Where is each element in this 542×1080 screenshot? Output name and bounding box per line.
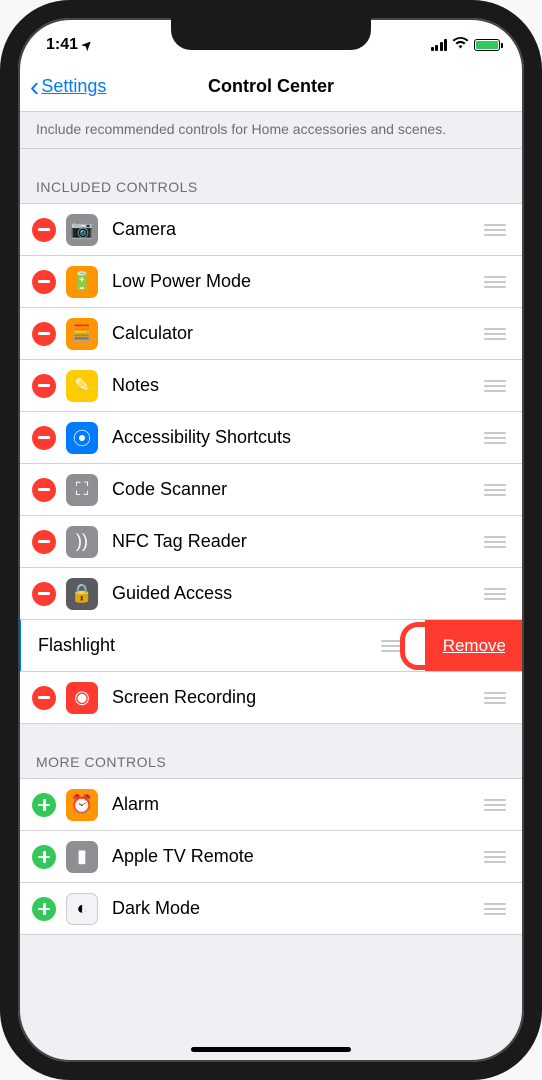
remove-button[interactable]	[32, 530, 56, 554]
status-time: 1:41	[46, 36, 78, 54]
list-item[interactable]: ◉ Screen Recording	[18, 672, 524, 724]
plus-icon	[38, 851, 50, 863]
list-item[interactable]: ⛶ Code Scanner	[18, 464, 524, 516]
appletv-icon: ▮	[66, 841, 98, 873]
codescanner-icon: ⛶	[66, 474, 98, 506]
list-item[interactable]: ⦿ Accessibility Shortcuts	[18, 412, 524, 464]
chevron-left-icon: ‹	[30, 73, 39, 101]
more-controls-header: MORE CONTROLS	[18, 724, 524, 779]
drag-handle-icon[interactable]	[484, 799, 506, 811]
location-services-icon: ➤	[79, 36, 96, 53]
notes-icon: ✎	[66, 370, 98, 402]
battery-icon	[474, 39, 500, 51]
remove-button[interactable]	[32, 218, 56, 242]
item-label: Calculator	[112, 323, 484, 344]
minus-icon	[38, 280, 50, 283]
drag-handle-icon[interactable]	[484, 903, 506, 915]
calculator-icon: 🧮	[66, 318, 98, 350]
wifi-icon	[452, 37, 469, 54]
minus-icon	[38, 384, 50, 387]
drag-handle-icon[interactable]	[484, 536, 506, 548]
drag-handle-icon[interactable]	[484, 276, 506, 288]
remove-button[interactable]	[32, 582, 56, 606]
page-title: Control Center	[208, 76, 334, 97]
add-button[interactable]	[32, 845, 56, 869]
drag-handle-icon[interactable]	[484, 484, 506, 496]
back-label: Settings	[41, 76, 106, 97]
item-label: Apple TV Remote	[112, 846, 484, 867]
plus-icon	[38, 799, 50, 811]
remove-button[interactable]	[32, 426, 56, 450]
item-label: Alarm	[112, 794, 484, 815]
remove-confirm-button[interactable]: Remove	[425, 620, 524, 671]
item-label: Accessibility Shortcuts	[112, 427, 484, 448]
included-controls-list: 📷 Camera 🔋 Low Power Mode 🧮 Calculator ✎ Notes ⦿…	[18, 204, 524, 724]
darkmode-icon: ◐	[66, 893, 98, 925]
nfc-icon: ))	[66, 526, 98, 558]
item-label: Guided Access	[112, 583, 484, 604]
item-label: Screen Recording	[112, 687, 484, 708]
guided-icon: 🔒	[66, 578, 98, 610]
list-item[interactable]: 🔒 Guided Access	[18, 568, 524, 620]
section-description: Include recommended controls for Home ac…	[18, 112, 524, 149]
list-item[interactable]: ⏰ Alarm	[18, 779, 524, 831]
lowpower-icon: 🔋	[66, 266, 98, 298]
item-label: Camera	[112, 219, 484, 240]
included-controls-header: INCLUDED CONTROLS	[18, 149, 524, 204]
add-button[interactable]	[32, 897, 56, 921]
screenrec-icon: ◉	[66, 682, 98, 714]
list-item[interactable]: ▮ Apple TV Remote	[18, 831, 524, 883]
camera-icon: 📷	[66, 214, 98, 246]
drag-handle-icon[interactable]	[381, 640, 403, 652]
minus-icon	[38, 228, 50, 231]
drag-handle-icon[interactable]	[484, 588, 506, 600]
item-label: Dark Mode	[112, 898, 484, 919]
drag-handle-icon[interactable]	[484, 224, 506, 236]
cellular-signal-icon	[431, 39, 448, 51]
add-button[interactable]	[32, 793, 56, 817]
minus-icon	[38, 540, 50, 543]
navigation-bar: ‹ Settings Control Center	[18, 62, 524, 112]
list-item[interactable]: ◐ Dark Mode	[18, 883, 524, 935]
minus-icon	[38, 592, 50, 595]
list-item[interactable]: 📷 Camera	[18, 204, 524, 256]
plus-icon	[38, 903, 50, 915]
accessibility-icon: ⦿	[66, 422, 98, 454]
minus-icon	[38, 332, 50, 335]
home-indicator[interactable]	[191, 1047, 351, 1052]
list-item[interactable]: Flashlight Remove	[18, 620, 524, 672]
remove-button[interactable]	[32, 478, 56, 502]
list-item[interactable]: 🔋 Low Power Mode	[18, 256, 524, 308]
minus-icon	[38, 436, 50, 439]
item-label: Notes	[112, 375, 484, 396]
remove-button[interactable]	[32, 686, 56, 710]
remove-button[interactable]	[32, 374, 56, 398]
back-button[interactable]: ‹ Settings	[30, 73, 106, 101]
item-label: Low Power Mode	[112, 271, 484, 292]
alarm-icon: ⏰	[66, 789, 98, 821]
item-label: NFC Tag Reader	[112, 531, 484, 552]
item-label: Flashlight	[38, 635, 381, 656]
remove-button[interactable]	[32, 322, 56, 346]
minus-icon	[38, 696, 50, 699]
drag-handle-icon[interactable]	[484, 851, 506, 863]
drag-handle-icon[interactable]	[484, 692, 506, 704]
minus-icon	[38, 488, 50, 491]
list-item[interactable]: 🧮 Calculator	[18, 308, 524, 360]
item-label: Code Scanner	[112, 479, 484, 500]
drag-handle-icon[interactable]	[484, 380, 506, 392]
drag-handle-icon[interactable]	[484, 328, 506, 340]
list-item[interactable]: )) NFC Tag Reader	[18, 516, 524, 568]
list-item[interactable]: ✎ Notes	[18, 360, 524, 412]
more-controls-list: ⏰ Alarm ▮ Apple TV Remote ◐ Dark Mode	[18, 779, 524, 935]
remove-button[interactable]	[32, 270, 56, 294]
drag-handle-icon[interactable]	[484, 432, 506, 444]
